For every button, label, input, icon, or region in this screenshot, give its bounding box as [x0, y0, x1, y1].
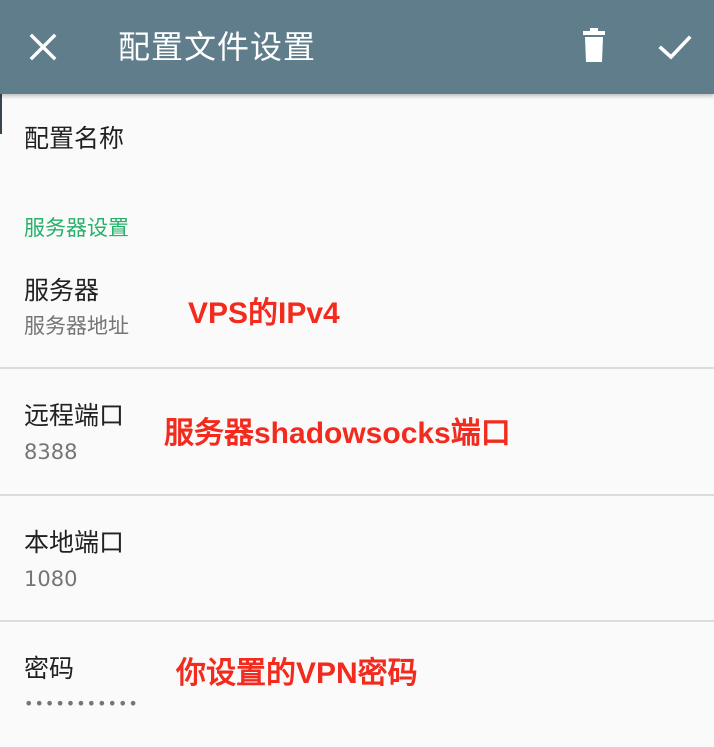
remote-port-summary: 8388	[24, 440, 78, 464]
check-icon	[658, 35, 692, 60]
page-title: 配置文件设置	[118, 28, 317, 66]
app-toolbar: 配置文件设置	[0, 0, 714, 94]
server-title: 服务器	[24, 276, 100, 305]
server-summary: 服务器地址	[24, 314, 129, 338]
delete-icon	[583, 28, 605, 62]
server-annotation: VPS的IPv4	[188, 297, 340, 330]
password-annotation: 你设置的VPN密码	[176, 657, 418, 690]
password-title: 密码	[24, 654, 75, 683]
remote-port-title: 远程端口	[24, 401, 125, 430]
delete-button[interactable]	[572, 24, 616, 68]
profile-name-item[interactable]: 配置名称	[0, 94, 714, 194]
local-port-item[interactable]: 本地端口 1080	[0, 496, 714, 620]
local-port-summary: 1080	[24, 567, 78, 591]
remote-port-annotation: 服务器shadowsocks端口	[164, 417, 511, 450]
save-button[interactable]	[652, 24, 698, 70]
close-button[interactable]	[22, 26, 64, 68]
server-settings-category: 服务器设置	[24, 216, 129, 240]
close-icon	[29, 33, 57, 61]
password-summary: •••••••••••	[24, 694, 139, 713]
server-item[interactable]: 服务器 服务器地址	[0, 262, 714, 368]
profile-name-title: 配置名称	[24, 124, 125, 153]
local-port-title: 本地端口	[24, 528, 125, 557]
settings-list: 配置名称 服务器设置 服务器 服务器地址 VPS的IPv4 远程端口 8388 …	[0, 94, 714, 747]
